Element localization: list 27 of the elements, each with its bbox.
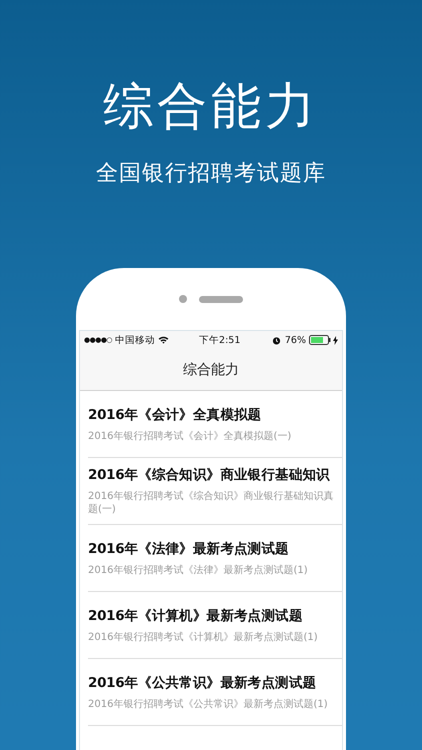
item-title: 2016年《法律》最新考点测试题 [88, 540, 290, 558]
nav-title: 综合能力 [183, 360, 239, 378]
item-subtitle: 2016年银行招聘考试《会计》全真模拟题(一) [88, 430, 292, 442]
list-item[interactable]: 2016年《综合知识》商业银行基础知识 2016年银行招聘考试《综合知识》商业银行基础知识真题(一) [88, 458, 342, 525]
headline-subtitle: 全国银行招聘考试题库 [96, 160, 326, 188]
battery-icon [309, 335, 331, 345]
speaker-icon [199, 296, 243, 302]
wifi-icon [158, 336, 170, 344]
item-subtitle: 2016年银行招聘考试《法律》最新考点测试题(1) [88, 564, 309, 576]
list-item[interactable]: 2016年《计算机》最新考点测试题 2016年银行招聘考试《计算机》最新考点测试题(1) [88, 592, 342, 659]
item-title: 2016年《会计》全真模拟题 [88, 406, 262, 424]
camera-icon [179, 295, 187, 303]
item-title: 2016年《综合知识》商业银行基础知识 [88, 466, 331, 484]
list-item[interactable]: 2016年《法律》最新考点测试题 2016年银行招聘考试《法律》最新考点测试题(1) [88, 525, 342, 592]
headline-title: 综合能力 [103, 78, 319, 134]
carrier-name: 中国移动 [115, 334, 156, 346]
item-title: 2016年《计算机》最新考点测试题 [88, 606, 304, 624]
alarm-icon [272, 336, 281, 344]
charging-icon [333, 336, 338, 344]
item-subtitle: 2016年银行招聘考试《公共常识》最新考点测试题(1) [88, 698, 329, 710]
clock-time: 下午2:51 [199, 334, 240, 346]
battery-percent: 76% [284, 334, 306, 346]
item-title: 2016年《公共常识》最新考点测试题 [88, 674, 318, 692]
item-subtitle: 2016年银行招聘考试《综合知识》商业银行基础知识真题(一) [88, 490, 334, 516]
list-item[interactable]: 2016年《会计》全真模拟题 2016年银行招聘考试《会计》全真模拟题(一) [88, 391, 342, 458]
item-subtitle: 2016年银行招聘考试《计算机》最新考点测试题(1) [88, 630, 319, 644]
list-item[interactable]: 2016年《公共常识》最新考点测试题 2016年银行招聘考试《公共常识》最新考点测试题(1) [88, 659, 342, 726]
